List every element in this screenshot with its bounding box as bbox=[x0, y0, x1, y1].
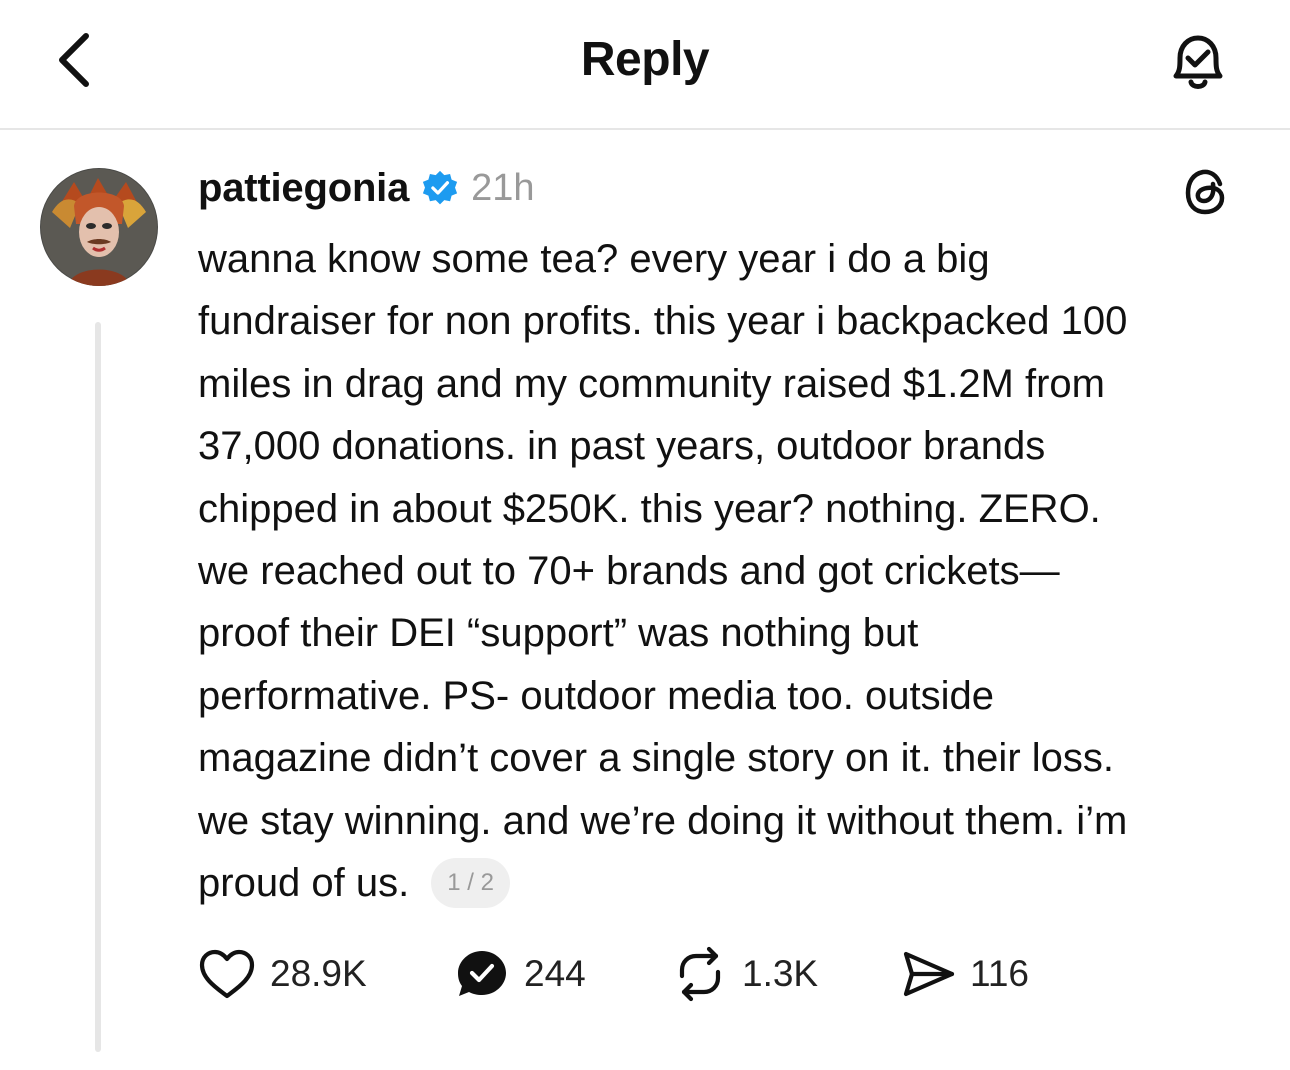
post-text-line: we stay winning. and we’re doing it with… bbox=[198, 798, 1128, 843]
profile-photo-image bbox=[40, 168, 158, 286]
like-button[interactable]: 28.9K bbox=[198, 944, 367, 1004]
post-actions: 28.9K 244 1.3K 116 bbox=[198, 944, 1198, 1004]
reply-bubble-check-icon bbox=[458, 951, 506, 996]
reply-button[interactable]: 244 bbox=[454, 944, 586, 1004]
share-button[interactable]: 116 bbox=[900, 944, 1029, 1004]
repost-button[interactable]: 1.3K bbox=[672, 944, 818, 1004]
post-text-line: we reached out to 70+ brands and got cri… bbox=[198, 549, 1060, 594]
verified-badge-icon bbox=[423, 170, 458, 205]
post-text-line: wanna know some tea? every year i do a b… bbox=[198, 237, 990, 281]
username[interactable]: pattiegonia bbox=[198, 166, 409, 211]
top-bar: Reply bbox=[0, 0, 1290, 130]
post-text-line: chipped in about $250K. this year? nothi… bbox=[198, 486, 1101, 531]
post-timestamp: 21h bbox=[471, 166, 535, 209]
bell-check-icon bbox=[1173, 35, 1223, 89]
reply-count: 244 bbox=[524, 953, 586, 994]
page-title: Reply bbox=[580, 33, 710, 86]
heart-icon bbox=[199, 949, 255, 999]
post-text-line: 37,000 donations. in past years, outdoor… bbox=[198, 424, 1046, 469]
avatar[interactable] bbox=[40, 168, 158, 286]
notification-bell-button[interactable] bbox=[1160, 24, 1236, 100]
post-text-line: proud of us. bbox=[198, 861, 410, 906]
post-header: pattiegonia 21h bbox=[198, 164, 535, 212]
post-text-line: magazine didn’t cover a single story on … bbox=[198, 736, 1114, 781]
page-indicator: 1 / 2 bbox=[431, 858, 510, 909]
thread-connector-line bbox=[95, 322, 101, 1052]
post-text-line: miles in drag and my community raised $1… bbox=[198, 361, 1105, 406]
post-text-line: performative. PS- outdoor media too. out… bbox=[198, 673, 994, 718]
post-text-line: fundraiser for non profits. this year i … bbox=[198, 299, 1128, 344]
post-text-line-last: proud of us. 1 / 2 bbox=[198, 852, 1268, 914]
threads-logo-icon[interactable] bbox=[1182, 166, 1234, 218]
post-text-line: proof their DEI “support” was nothing bu… bbox=[198, 611, 919, 656]
like-count: 28.9K bbox=[270, 953, 367, 994]
share-count: 116 bbox=[970, 953, 1029, 994]
repost-count: 1.3K bbox=[742, 953, 819, 994]
post-text: wanna know some tea? every year i do a b… bbox=[198, 228, 1268, 914]
repost-icon bbox=[679, 946, 721, 1002]
send-icon bbox=[903, 951, 955, 997]
